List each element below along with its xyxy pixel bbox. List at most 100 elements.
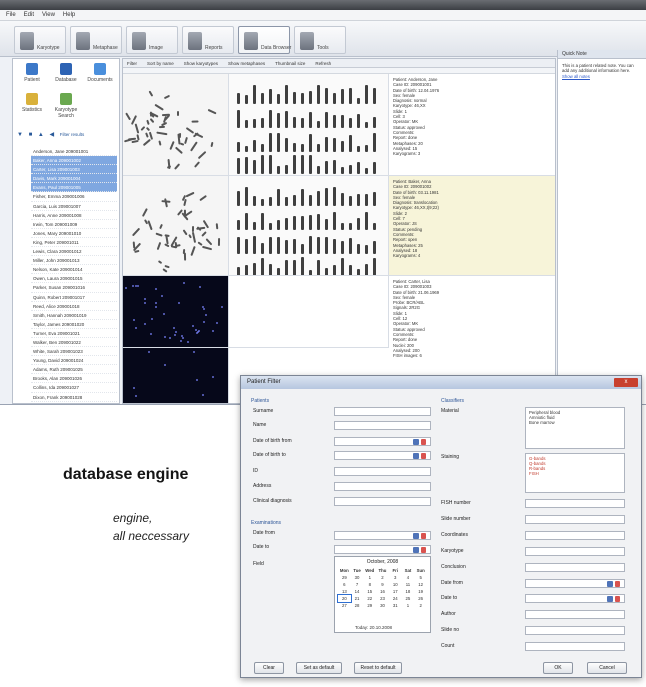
patient-list-item[interactable]: Carter, Lisa 209001003 [31, 165, 117, 175]
patient-list-item[interactable]: Fisher, Emma 209001006 [31, 192, 117, 202]
calendar-day[interactable]: 24 [389, 595, 402, 602]
calendar-day[interactable]: 2 [376, 574, 389, 581]
patient-list-item[interactable]: Parker, Susan 209001016 [31, 283, 117, 293]
patient-list-item[interactable]: Brooks, Alan 209001026 [31, 374, 117, 384]
clear-icon[interactable] [615, 581, 620, 587]
patient-list-item[interactable]: Owen, Laura 209001015 [31, 274, 117, 284]
karyogram-thumbnail[interactable] [229, 176, 389, 276]
calendar-day[interactable]: 29 [363, 602, 376, 609]
dob-to-input[interactable] [334, 451, 431, 460]
calendar-day[interactable]: 9 [376, 581, 389, 588]
exam-date-to-input[interactable] [334, 545, 431, 554]
metaphase-thumbnail[interactable] [123, 74, 229, 176]
record-metadata-selected[interactable]: Patient: Baker, Anna Case ID: 209001002 Da… [389, 176, 555, 276]
calendar-day[interactable]: 13 [338, 588, 351, 595]
material-item[interactable]: Bone marrow [529, 420, 621, 425]
notes-body[interactable]: This is a patient related note. You can … [558, 59, 646, 83]
patient-list-item[interactable]: Adams, Ruth 209001025 [31, 365, 117, 375]
patient-list-item[interactable]: King, Peter 209001011 [31, 238, 117, 248]
calendar-day[interactable]: 25 [402, 595, 415, 602]
calendar-day[interactable]: 8 [363, 581, 376, 588]
menu-edit[interactable]: Edit [24, 10, 34, 20]
metaphase-thumbnail[interactable] [123, 176, 229, 276]
conclusion-input[interactable] [525, 563, 625, 572]
calendar-day[interactable]: 20 [337, 594, 352, 603]
patient-list-item[interactable]: Evans, Paul 209001005 [31, 183, 117, 193]
calendar-day[interactable]: 5 [414, 574, 427, 581]
sidebar-action-statistics[interactable]: Statistics [17, 93, 47, 113]
calendar-day[interactable]: 1 [363, 574, 376, 581]
surname-input[interactable] [334, 407, 431, 416]
material-listbox[interactable]: Peripheral blood Amniotic fluid Bone mar… [525, 407, 625, 449]
ribbon-tab-metaphase[interactable]: Metaphase [70, 26, 122, 54]
calendar-day[interactable]: 17 [389, 588, 402, 595]
filter-icon[interactable]: ▼ ■ ▲ ◀ [17, 132, 56, 138]
patient-list-item[interactable]: Garcia, Luis 209001007 [31, 202, 117, 211]
patient-list-item[interactable]: Nelson, Kate 209001014 [31, 265, 117, 275]
calendar-day[interactable]: 18 [402, 588, 415, 595]
sidebar-action-karyotype-search[interactable]: Karyotype Search [51, 93, 81, 119]
author-input[interactable] [525, 610, 625, 619]
calendar-day[interactable]: 3 [389, 574, 402, 581]
calendar-day[interactable]: 16 [376, 588, 389, 595]
fish-thumbnail[interactable] [123, 276, 229, 348]
calendar-day[interactable]: 1 [402, 602, 415, 609]
ribbon-tab-data-browser[interactable]: Data Browser [238, 26, 291, 54]
grid-tool-show-karyotypes[interactable]: Show karyotypes [184, 59, 218, 67]
sidebar-filter-tools[interactable]: ▼ ■ ▲ ◀ Filter results [17, 131, 117, 145]
patient-list-item[interactable]: Miller, John 209001013 [31, 256, 117, 266]
close-button[interactable]: x [614, 378, 638, 387]
patient-list-item[interactable]: White, Sarah 209001023 [31, 347, 117, 357]
clear-icon[interactable] [421, 453, 426, 459]
calendar-day[interactable]: 30 [376, 602, 389, 609]
calendar-day[interactable]: 29 [338, 574, 351, 581]
right-date-from-input[interactable] [525, 579, 625, 588]
clinical-diagnosis-input[interactable] [334, 497, 431, 506]
patient-list-item[interactable]: Walker, Ben 209001022 [31, 338, 117, 348]
staining-item[interactable]: FISH [529, 471, 621, 476]
set-default-button[interactable]: Set as default [296, 662, 342, 674]
grid-tool-thumbnail-size[interactable]: Thumbnail size [275, 59, 305, 67]
grid-tool-refresh[interactable]: Refresh [315, 59, 331, 67]
count-input[interactable] [525, 642, 625, 651]
calendar-day[interactable]: 6 [338, 581, 351, 588]
calendar-icon[interactable] [413, 533, 419, 539]
patient-list-item[interactable]: Reed, Alice 209001018 [31, 302, 117, 311]
calendar-day[interactable]: 14 [351, 588, 364, 595]
karyogram-thumbnail[interactable] [229, 74, 389, 176]
patient-list-item[interactable]: Baker, Anna 209001002 [31, 156, 117, 166]
calendar-day[interactable]: 26 [414, 595, 427, 602]
patient-list-item[interactable]: Dixon, Frank 209001028 [31, 393, 117, 402]
calendar-day[interactable]: 4 [402, 574, 415, 581]
menu-file[interactable]: File [6, 10, 16, 20]
patient-list-item[interactable]: Irwin, Tom 209001009 [31, 220, 117, 229]
reset-default-button[interactable]: Reset to default [354, 662, 402, 674]
clear-icon[interactable] [615, 596, 620, 602]
record-metadata[interactable]: Patient: Anderson, Jane Case ID: 20900100… [389, 74, 555, 176]
karyotype-input[interactable] [525, 547, 625, 556]
patient-list-item[interactable]: Harris, Anne 209001008 [31, 211, 117, 220]
ribbon-tab-karyotype[interactable]: Karyotype [14, 26, 66, 54]
sidebar-action-database[interactable]: Database [51, 63, 81, 83]
patient-list-item[interactable]: Turner, Eva 209001021 [31, 329, 117, 338]
calendar-day[interactable]: 30 [351, 574, 364, 581]
patient-list-item[interactable]: Taylor, James 209001020 [31, 320, 117, 329]
calendar-icon[interactable] [413, 439, 419, 445]
patient-list-item[interactable]: Smith, Hannah 209001019 [31, 311, 117, 320]
calendar-day[interactable]: 12 [414, 581, 427, 588]
patient-list-item[interactable]: Anderson, Jane 209001001 [31, 147, 117, 157]
calendar-day[interactable]: 2 [414, 602, 427, 609]
grid-tool-show-metaphases[interactable]: Show metaphases [228, 59, 265, 67]
calendar-day[interactable]: 15 [363, 588, 376, 595]
clear-icon[interactable] [421, 547, 426, 553]
sidebar-action-patient[interactable]: Patient [17, 63, 47, 83]
patient-list-item[interactable]: Young, David 209001024 [31, 356, 117, 366]
dob-from-input[interactable] [334, 437, 431, 446]
clear-icon[interactable] [421, 533, 426, 539]
calendar-day[interactable]: 22 [363, 595, 376, 602]
patient-list-item[interactable]: Collins, Ida 209001027 [31, 383, 117, 393]
address-input[interactable] [334, 482, 431, 491]
ribbon-tab-image[interactable]: Image [126, 26, 178, 54]
ok-button[interactable]: OK [543, 662, 573, 674]
menu-help[interactable]: Help [63, 10, 75, 20]
